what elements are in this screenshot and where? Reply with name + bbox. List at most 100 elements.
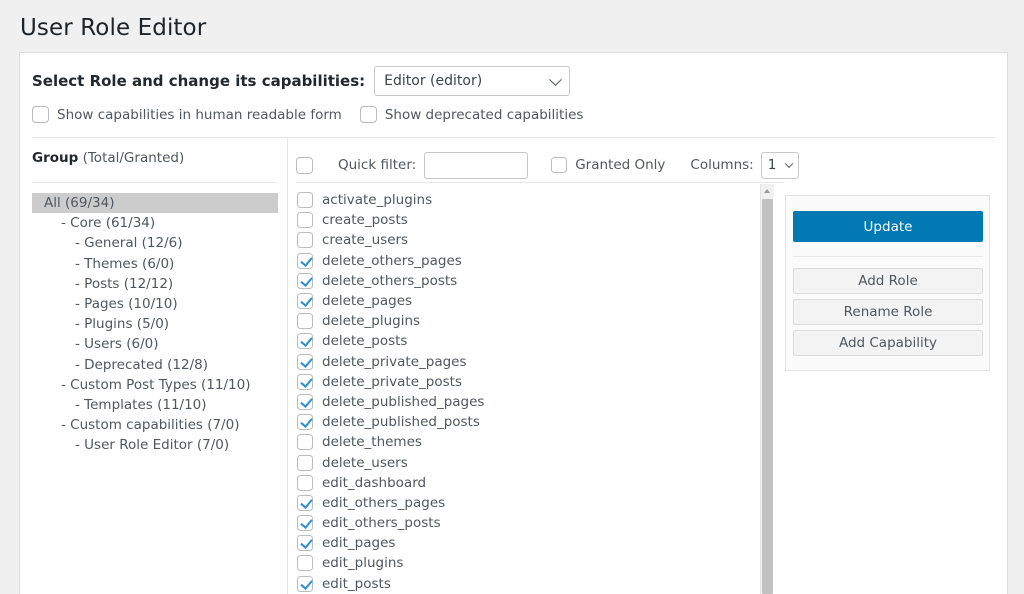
quick-filter-input[interactable] bbox=[424, 151, 529, 179]
capability-row[interactable]: create_posts bbox=[297, 210, 767, 230]
user-role-editor-page: User Role Editor Select Role and change … bbox=[0, 0, 1024, 594]
capability-checkbox[interactable] bbox=[297, 192, 313, 209]
group-tree: All (69/34) - Core (61/34) - General (12/6… bbox=[32, 193, 278, 455]
divider-group bbox=[32, 182, 277, 183]
capability-checkbox[interactable] bbox=[297, 373, 313, 390]
display-options-row: Show capabilities in human readable form… bbox=[32, 106, 601, 123]
capability-row[interactable]: delete_users bbox=[297, 452, 767, 472]
capability-checkbox[interactable] bbox=[297, 333, 313, 350]
capability-row[interactable]: delete_private_posts bbox=[297, 372, 767, 392]
chevron-down-icon bbox=[784, 159, 793, 169]
capability-checkbox[interactable] bbox=[297, 293, 313, 310]
option-show-deprecated[interactable]: Show deprecated capabilities bbox=[359, 106, 584, 123]
capability-checkbox[interactable] bbox=[297, 535, 313, 552]
capability-row[interactable]: delete_published_posts bbox=[297, 412, 767, 432]
role-selection-label: Select Role and change its capabilities: bbox=[32, 72, 366, 90]
capability-checkbox[interactable] bbox=[297, 454, 313, 471]
human-readable-checkbox[interactable] bbox=[32, 106, 49, 123]
capability-label: create_posts bbox=[322, 212, 408, 229]
capability-row[interactable]: delete_pages bbox=[297, 291, 767, 311]
select-all-checkbox[interactable] bbox=[296, 156, 313, 174]
capability-checkbox[interactable] bbox=[297, 474, 313, 491]
capability-checkbox[interactable] bbox=[297, 252, 313, 269]
page-title: User Role Editor bbox=[20, 15, 207, 41]
group-tree-item[interactable]: - Pages (10/10) bbox=[32, 294, 278, 314]
add-capability-button[interactable]: Add Capability bbox=[793, 330, 983, 356]
capability-checkbox[interactable] bbox=[297, 434, 313, 451]
capability-row[interactable]: create_users bbox=[297, 230, 767, 250]
group-tree-item[interactable]: - Users (6/0) bbox=[32, 334, 278, 354]
capabilities-list: activate_plugins create_posts create_users… bbox=[297, 190, 767, 594]
capability-row[interactable]: edit_pages bbox=[297, 533, 767, 553]
capability-checkbox[interactable] bbox=[297, 272, 313, 289]
rename-role-button[interactable]: Rename Role bbox=[793, 299, 983, 325]
add-role-button[interactable]: Add Role bbox=[793, 268, 983, 294]
granted-only-label: Granted Only bbox=[575, 157, 666, 173]
capability-label: edit_plugins bbox=[322, 555, 404, 572]
capability-checkbox[interactable] bbox=[297, 555, 313, 572]
quick-filter-label: Quick filter: bbox=[338, 157, 417, 173]
show-deprecated-checkbox[interactable] bbox=[359, 106, 377, 123]
columns-select[interactable]: 1 bbox=[760, 151, 799, 179]
role-select-value: Editor (editor) bbox=[384, 73, 483, 89]
capability-checkbox[interactable] bbox=[297, 515, 313, 532]
capability-label: edit_others_posts bbox=[322, 515, 441, 532]
capability-row[interactable]: edit_dashboard bbox=[297, 473, 767, 493]
granted-only-option[interactable]: Granted Only bbox=[551, 157, 665, 173]
capability-checkbox[interactable] bbox=[297, 212, 313, 229]
capability-label: delete_private_posts bbox=[322, 373, 462, 390]
columns-label: Columns: bbox=[690, 157, 754, 173]
capability-checkbox[interactable] bbox=[297, 414, 313, 431]
capability-label: activate_plugins bbox=[322, 192, 433, 209]
update-button[interactable]: Update bbox=[793, 211, 983, 242]
capability-label: delete_plugins bbox=[322, 313, 421, 330]
group-tree-item[interactable]: - User Role Editor (7/0) bbox=[32, 435, 278, 455]
group-tree-item[interactable]: All (69/34) bbox=[32, 193, 278, 214]
group-tree-item[interactable]: - General (12/6) bbox=[32, 233, 278, 253]
show-deprecated-label: Show deprecated capabilities bbox=[384, 106, 584, 123]
capability-label: delete_published_pages bbox=[322, 393, 485, 410]
group-tree-item[interactable]: - Templates (11/10) bbox=[32, 395, 278, 415]
capability-row[interactable]: edit_posts bbox=[297, 574, 767, 594]
capabilities-scrollbar[interactable] bbox=[760, 184, 774, 594]
capability-row[interactable]: edit_plugins bbox=[297, 553, 767, 573]
capability-label: delete_others_pages bbox=[322, 252, 462, 269]
capability-checkbox[interactable] bbox=[297, 353, 313, 370]
scrollbar-thumb[interactable] bbox=[762, 199, 773, 594]
capability-checkbox[interactable] bbox=[297, 232, 313, 249]
capability-checkbox[interactable] bbox=[297, 494, 313, 511]
group-tree-item[interactable]: - Core (61/34) bbox=[32, 213, 278, 233]
action-button-box: Update Add Role Rename Role Add Capability bbox=[785, 195, 990, 371]
capability-row[interactable]: activate_plugins bbox=[297, 190, 767, 210]
capability-label: delete_published_posts bbox=[322, 414, 480, 431]
capability-row[interactable]: delete_others_pages bbox=[297, 251, 767, 271]
capability-checkbox[interactable] bbox=[297, 393, 313, 410]
option-human-readable[interactable]: Show capabilities in human readable form bbox=[32, 106, 342, 123]
capability-row[interactable]: delete_themes bbox=[297, 432, 767, 452]
capability-row[interactable]: delete_posts bbox=[297, 331, 767, 351]
group-tree-item[interactable]: - Posts (12/12) bbox=[32, 274, 278, 294]
capability-checkbox[interactable] bbox=[297, 313, 313, 330]
granted-only-checkbox[interactable] bbox=[551, 157, 568, 173]
role-select[interactable]: Editor (editor) bbox=[374, 66, 571, 96]
human-readable-label: Show capabilities in human readable form bbox=[57, 106, 342, 123]
group-tree-item[interactable]: - Themes (6/0) bbox=[32, 254, 278, 274]
scroll-up-arrow-icon[interactable] bbox=[761, 184, 774, 197]
capability-row[interactable]: delete_plugins bbox=[297, 311, 767, 331]
capability-row[interactable]: edit_others_pages bbox=[297, 493, 767, 513]
capability-row[interactable]: edit_others_posts bbox=[297, 513, 767, 533]
capability-row[interactable]: delete_published_pages bbox=[297, 392, 767, 412]
group-tree-item[interactable]: - Plugins (5/0) bbox=[32, 314, 278, 334]
capability-label: delete_posts bbox=[322, 333, 408, 350]
capability-label: delete_private_pages bbox=[322, 353, 467, 370]
group-tree-item[interactable]: - Custom Post Types (11/10) bbox=[32, 375, 278, 395]
capability-row[interactable]: delete_others_posts bbox=[297, 271, 767, 291]
group-tree-item[interactable]: - Deprecated (12/8) bbox=[32, 355, 278, 375]
group-tree-item[interactable]: - Custom capabilities (7/0) bbox=[32, 415, 278, 435]
columns-select-value: 1 bbox=[767, 157, 777, 173]
capability-checkbox[interactable] bbox=[297, 575, 313, 592]
capability-row[interactable]: delete_private_pages bbox=[297, 352, 767, 372]
button-divider bbox=[793, 256, 983, 257]
role-selection-row: Select Role and change its capabilities:… bbox=[32, 66, 571, 96]
capability-label: delete_users bbox=[322, 454, 408, 471]
